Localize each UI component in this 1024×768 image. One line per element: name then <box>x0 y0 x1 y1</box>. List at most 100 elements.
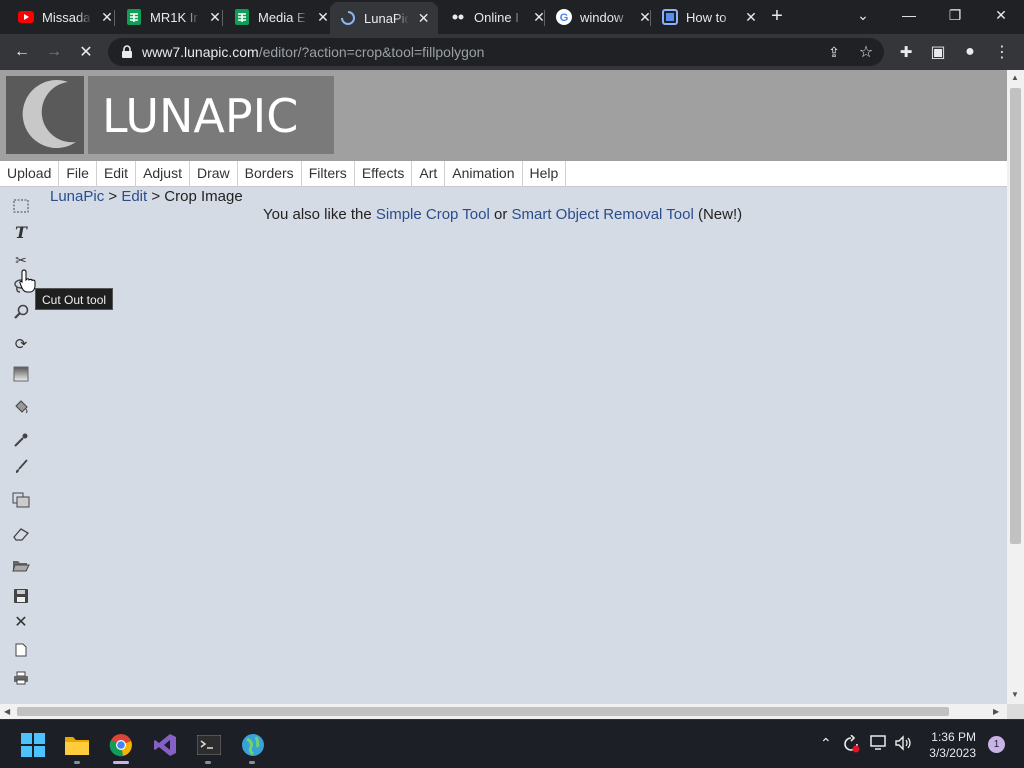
terminal-icon[interactable] <box>196 732 222 758</box>
menu-edit[interactable]: Edit <box>97 160 137 187</box>
horizontal-scroll-thumb[interactable] <box>17 707 949 716</box>
notification-badge[interactable]: 1 <box>988 736 1005 753</box>
rotate-icon[interactable]: ⟳ <box>10 334 32 354</box>
back-button[interactable]: ← <box>10 40 34 64</box>
menu-help[interactable]: Help <box>523 160 567 187</box>
file-explorer-icon[interactable] <box>64 732 90 758</box>
display-icon[interactable] <box>870 735 888 754</box>
breadcrumb-separator: > <box>104 188 122 205</box>
running-indicator <box>74 761 80 764</box>
simple-crop-tool-link[interactable]: Simple Crop Tool <box>376 206 490 223</box>
tab-0[interactable]: Missada ✕ <box>8 4 122 30</box>
page-content: LUNAPIC Upload File Edit Adjust Draw Bor… <box>0 70 1007 704</box>
promo-text: You also like the Simple Crop Tool or Sm… <box>263 206 742 223</box>
site-banner: LUNAPIC <box>0 70 1007 161</box>
promo-middle: or <box>489 206 512 223</box>
scroll-left-icon[interactable]: ◀ <box>4 707 10 716</box>
tab-title: How to <box>686 9 727 25</box>
profile-button[interactable]: ● <box>958 40 982 64</box>
resize-icon[interactable] <box>10 490 32 510</box>
horizontal-scrollbar[interactable]: ◀ ▶ <box>0 704 1007 719</box>
menu-animation[interactable]: Animation <box>445 160 523 187</box>
menu-file[interactable]: File <box>59 160 97 187</box>
tab-5[interactable]: G window ✕ <box>546 4 660 30</box>
windows-start-icon[interactable] <box>20 732 46 758</box>
address-bar[interactable]: www7.lunapic.com/editor/?action=crop&too… <box>108 38 884 66</box>
volume-icon[interactable] <box>894 735 912 754</box>
breadcrumb-separator: > <box>147 188 165 205</box>
gradient-icon[interactable] <box>10 364 32 384</box>
close-icon[interactable]: ✕ <box>417 10 430 27</box>
save-icon[interactable] <box>10 586 32 606</box>
star-icon: ☆ <box>858 44 874 61</box>
scroll-down-icon[interactable]: ▼ <box>1011 690 1019 699</box>
menu-upload[interactable]: Upload <box>0 160 60 187</box>
scissors-icon[interactable]: ✂ <box>10 250 32 270</box>
extensions-button[interactable]: ✚ <box>894 40 918 64</box>
taskbar: ⌃ 1:36 PM 3/3/2023 1 <box>0 719 1024 768</box>
new-tab-button[interactable]: + <box>767 6 787 26</box>
restore-button[interactable]: ❐ <box>932 0 978 30</box>
puzzle-icon: ✚ <box>899 44 913 61</box>
eyedropper-icon[interactable] <box>10 430 32 450</box>
forward-button[interactable]: → <box>42 40 66 64</box>
minimize-button[interactable]: — <box>886 0 932 30</box>
scroll-up-icon[interactable]: ▲ <box>1011 73 1019 82</box>
tab-1[interactable]: MR1K Ir ✕ <box>116 4 230 30</box>
breadcrumb-home-link[interactable]: LunaPic <box>50 188 104 205</box>
menu-button[interactable]: ⋮ <box>990 40 1014 64</box>
minimize-icon: — <box>902 7 916 23</box>
tab-search-button[interactable]: ⌄ <box>840 0 886 30</box>
print-icon[interactable] <box>10 668 32 688</box>
paint-bucket-icon[interactable] <box>10 396 32 416</box>
tab-title: window <box>580 9 624 25</box>
select-rect-icon[interactable] <box>10 196 32 216</box>
tab-3-active[interactable]: LunaPic ✕ <box>330 2 438 34</box>
tab-6[interactable]: How to ✕ <box>652 4 766 30</box>
app-globe-icon[interactable] <box>240 732 266 758</box>
visual-studio-icon[interactable] <box>152 732 178 758</box>
close-icon[interactable]: ✕ <box>316 9 330 26</box>
tooltip: Cut Out tool <box>35 288 114 310</box>
close-icon[interactable]: ✕ <box>10 612 32 632</box>
close-window-button[interactable]: ✕ <box>978 0 1024 30</box>
stop-button[interactable]: ✕ <box>74 40 98 64</box>
close-icon[interactable]: ✕ <box>208 9 222 26</box>
menu-adjust[interactable]: Adjust <box>136 160 190 187</box>
menu-filters[interactable]: Filters <box>302 160 355 187</box>
text-icon[interactable]: T <box>10 222 32 242</box>
system-clock[interactable]: 1:36 PM 3/3/2023 <box>929 729 976 761</box>
menu-draw[interactable]: Draw <box>190 160 238 187</box>
tab-separator <box>544 10 545 26</box>
tab-2[interactable]: Media E ✕ <box>224 4 338 30</box>
zoom-icon[interactable] <box>10 302 32 322</box>
menu-effects[interactable]: Effects <box>355 160 413 187</box>
sync-icon[interactable] <box>842 734 860 756</box>
site-icon <box>662 9 678 25</box>
close-icon[interactable]: ✕ <box>744 9 758 26</box>
menu-borders[interactable]: Borders <box>238 160 302 187</box>
brush-icon[interactable] <box>10 456 32 476</box>
lunapic-logo[interactable]: LUNAPIC <box>6 76 334 154</box>
menu-art[interactable]: Art <box>412 160 446 187</box>
tab-4[interactable]: Online I ✕ <box>440 4 554 30</box>
chevron-up-icon[interactable]: ⌃ <box>820 735 832 752</box>
vertical-scrollbar[interactable]: ▲ ▼ <box>1007 70 1024 704</box>
side-panel-button[interactable]: ▣ <box>926 40 950 64</box>
close-icon[interactable]: ✕ <box>100 9 114 26</box>
url-host: www7.lunapic.com <box>142 44 259 60</box>
tab-title: Media E <box>258 9 306 25</box>
lock-icon <box>122 45 132 58</box>
running-indicator <box>249 761 255 764</box>
open-folder-icon[interactable] <box>10 556 32 576</box>
tab-separator <box>222 10 223 26</box>
share-button[interactable]: ⇪ <box>822 40 846 64</box>
vertical-scroll-thumb[interactable] <box>1010 88 1021 544</box>
new-doc-icon[interactable] <box>10 640 32 660</box>
breadcrumb-edit-link[interactable]: Edit <box>121 188 147 205</box>
chrome-icon[interactable] <box>108 732 134 758</box>
bookmark-button[interactable]: ☆ <box>854 40 878 64</box>
smart-object-removal-link[interactable]: Smart Object Removal Tool <box>512 206 694 223</box>
eraser-icon[interactable] <box>10 524 32 544</box>
scroll-right-icon[interactable]: ▶ <box>993 707 999 716</box>
